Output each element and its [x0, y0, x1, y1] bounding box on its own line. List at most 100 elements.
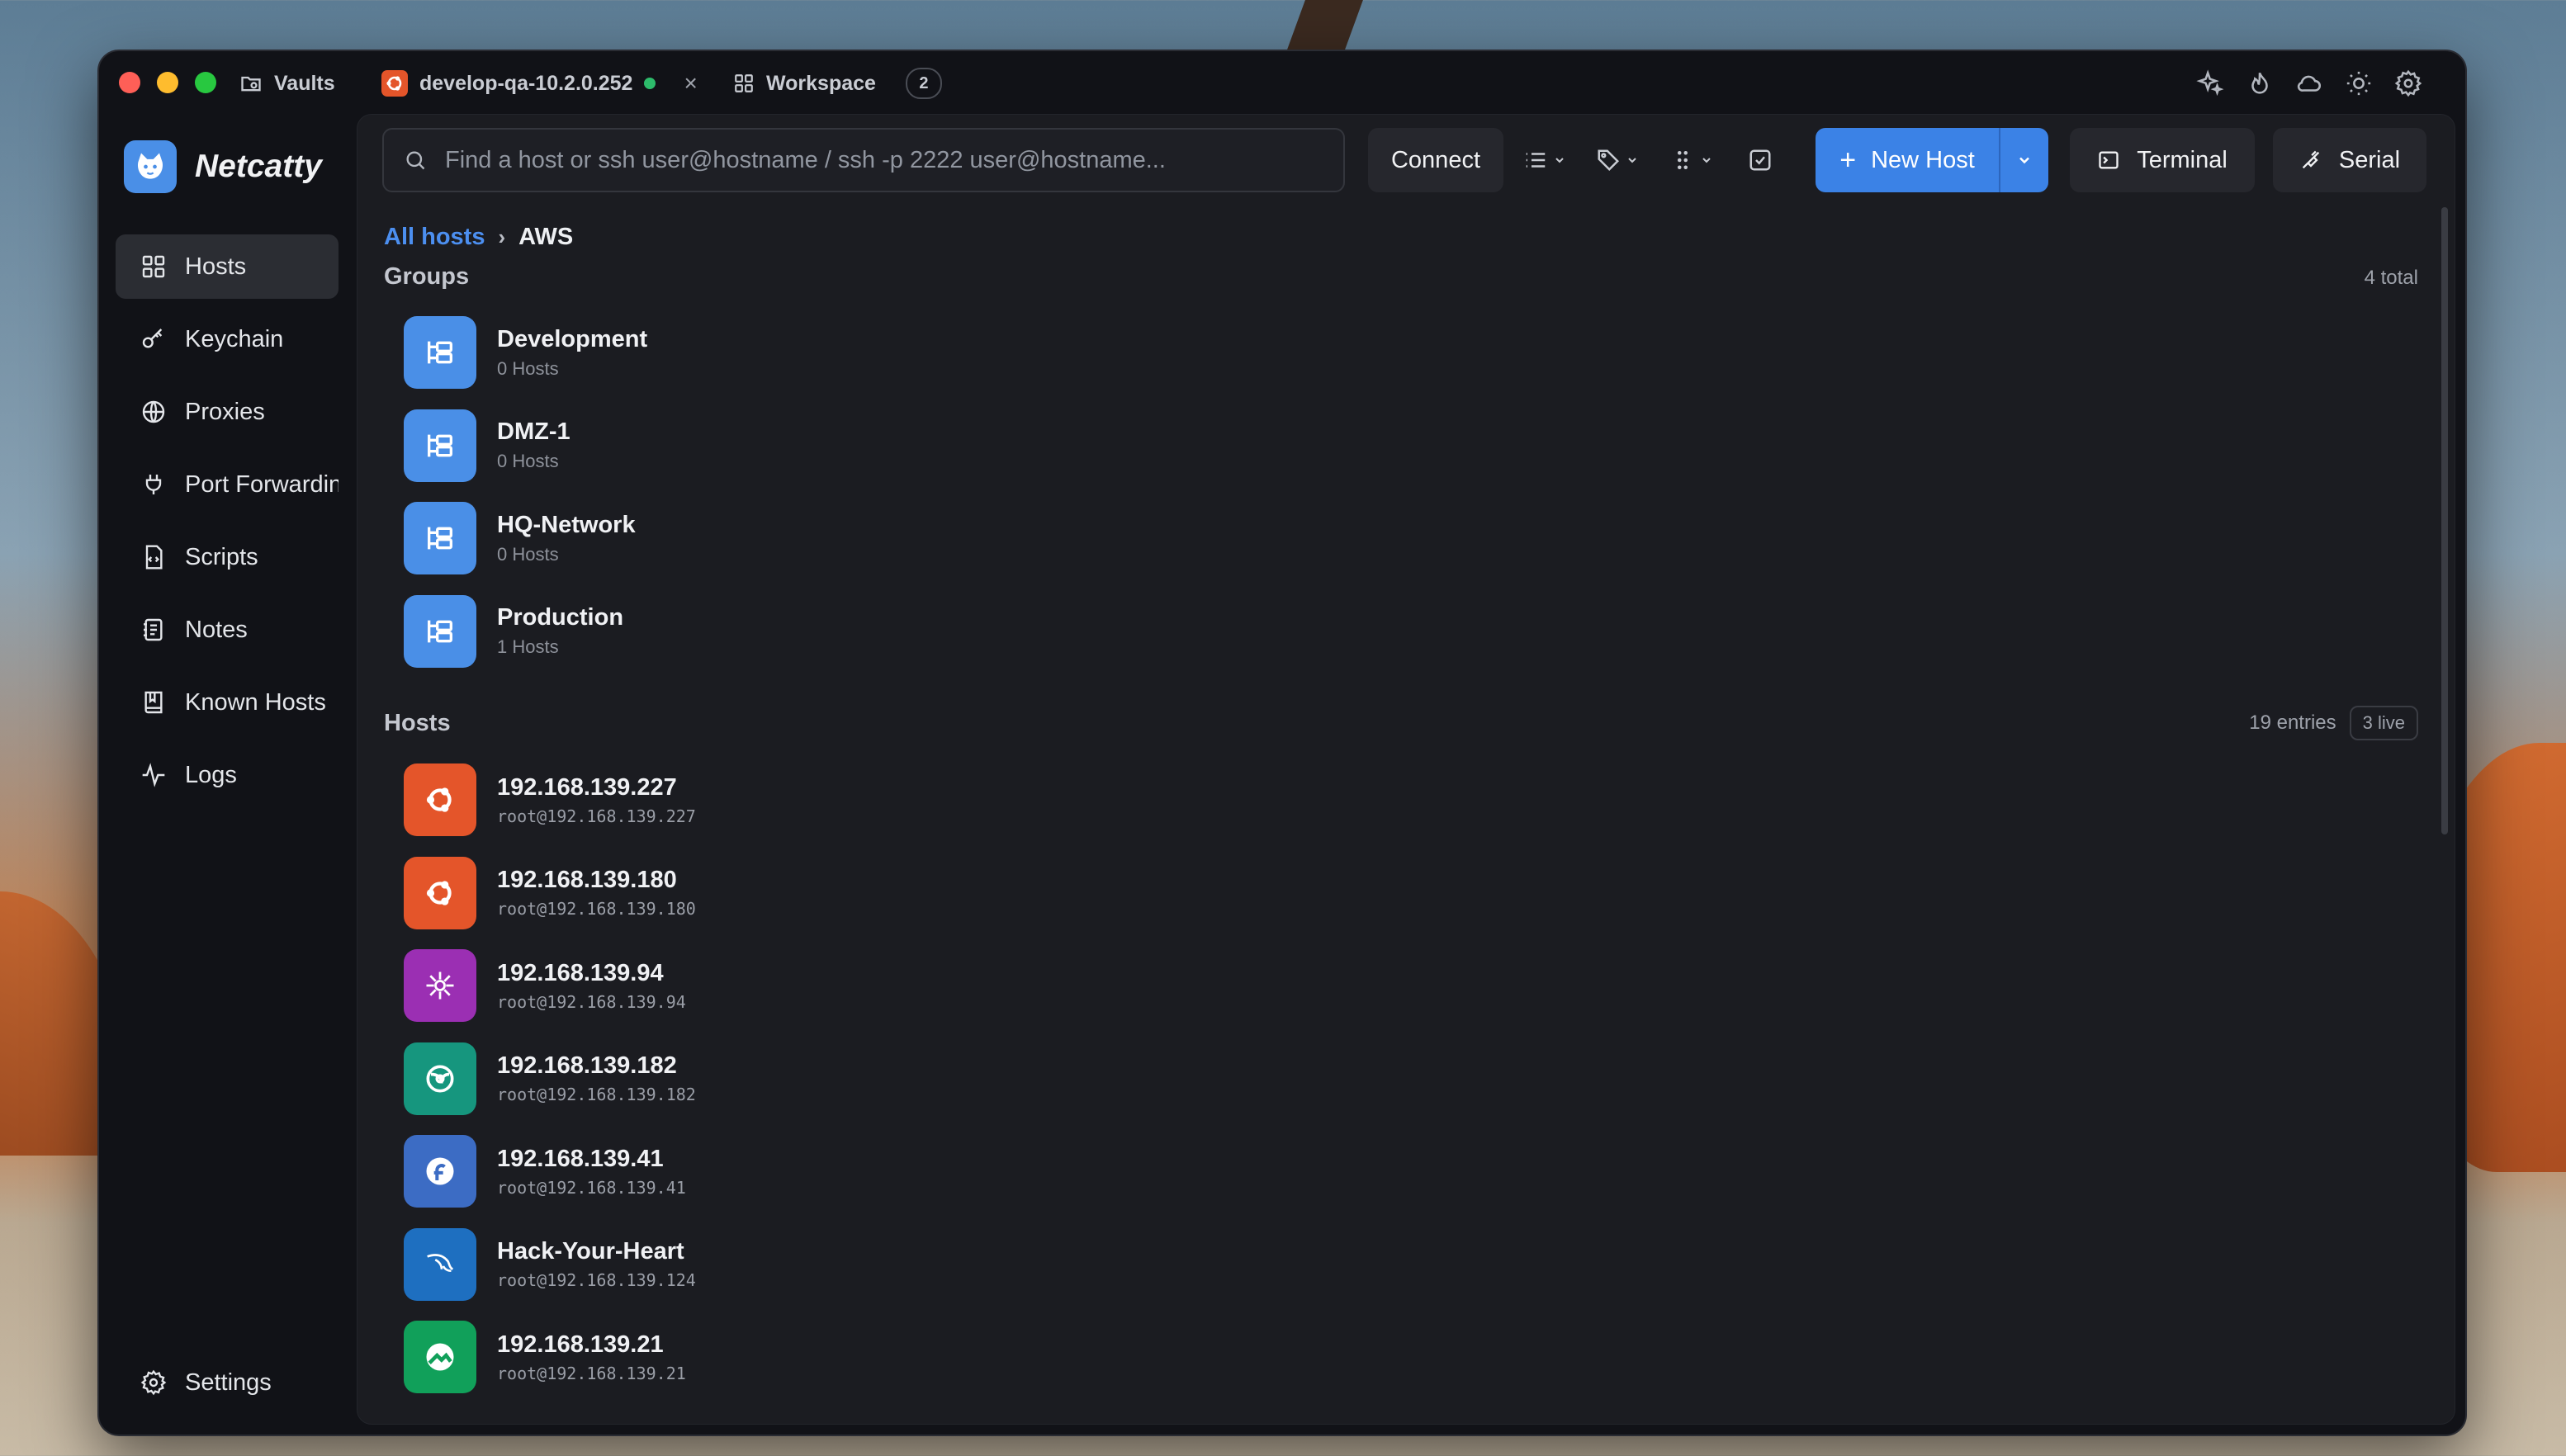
list-icon — [1526, 153, 1546, 168]
session-tab[interactable]: develop-qa-10.2.0.252 × — [381, 66, 698, 101]
breadcrumb-all-hosts[interactable]: All hosts — [384, 224, 485, 251]
new-host-menu-toggle[interactable] — [1999, 128, 2048, 192]
group-row-dmz-1[interactable]: DMZ-1 0 Hosts — [404, 399, 647, 493]
kali-dragon-icon — [404, 1227, 476, 1301]
group-name: HQ-Network — [497, 511, 636, 538]
sidebar-item-hosts[interactable]: Hosts — [116, 234, 339, 299]
host-row[interactable]: 192.168.139.21 root@192.168.139.21 — [404, 1311, 696, 1404]
hosts-section-title: Hosts — [384, 710, 451, 736]
vertical-scrollbar[interactable] — [2441, 207, 2448, 834]
host-name: 192.168.139.41 — [497, 1145, 664, 1172]
folder-tree-icon — [404, 409, 476, 482]
host-name: 192.168.139.21 — [497, 1331, 664, 1358]
hosts-entries-count: 19 entries — [2249, 711, 2336, 734]
serial-button[interactable]: Serial — [2273, 128, 2426, 192]
host-row[interactable]: 192.168.139.182 root@192.168.139.182 — [404, 1033, 696, 1126]
sidebar-item-label: Scripts — [185, 543, 258, 570]
sidebar-item-logs[interactable]: Logs — [116, 743, 339, 807]
host-list: 192.168.139.227 root@192.168.139.227 192… — [404, 754, 696, 1404]
host-address: root@192.168.139.41 — [497, 1177, 686, 1198]
sidebar-item-label: Keychain — [185, 325, 284, 352]
group-row-production[interactable]: Production 1 Hosts — [404, 585, 647, 678]
new-host-label: New Host — [1871, 146, 1975, 173]
sidebar: Netcatty Hosts Keychain Proxies Port For… — [99, 114, 355, 1435]
main-panel: Connect + New Host Ter — [357, 114, 2455, 1425]
sidebar-item-proxies[interactable]: Proxies — [116, 380, 339, 444]
brand: Netcatty — [124, 140, 322, 193]
sidebar-item-label: Settings — [185, 1369, 272, 1396]
sidebar-item-scripts[interactable]: Scripts — [116, 525, 339, 589]
sidebar-item-known-hosts[interactable]: Known Hosts — [116, 670, 339, 735]
groups-total: 4 total — [2364, 267, 2418, 289]
folder-tree-icon — [404, 316, 476, 390]
flame-icon[interactable] — [2246, 69, 2274, 97]
tag-filter-dropdown[interactable] — [1596, 143, 1639, 177]
vaults-tab[interactable]: Vaults — [239, 66, 335, 101]
close-window-button[interactable] — [119, 72, 140, 93]
cat-logo-icon — [124, 140, 177, 193]
terminal-icon — [2099, 151, 2119, 169]
minimize-window-button[interactable] — [157, 72, 178, 93]
gear-icon — [140, 1369, 167, 1396]
host-name: Hack-Your-Heart — [497, 1238, 684, 1265]
host-row[interactable]: 192.168.139.94 root@192.168.139.94 — [404, 939, 696, 1033]
chevron-down-icon — [2019, 157, 2029, 164]
close-tab-icon[interactable]: × — [684, 70, 697, 97]
host-address: root@192.168.139.182 — [497, 1085, 696, 1105]
sort-dropdown[interactable] — [1670, 143, 1713, 177]
sidebar-item-notes[interactable]: Notes — [116, 598, 339, 662]
cloud-icon[interactable] — [2295, 69, 2323, 97]
sun-icon[interactable] — [2345, 69, 2373, 97]
sidebar-item-keychain[interactable]: Keychain — [116, 307, 339, 371]
fedora-icon — [404, 1135, 476, 1208]
group-list: Development 0 Hosts DMZ-1 0 Hosts HQ-Net… — [404, 306, 647, 678]
host-name: 192.168.139.182 — [497, 1052, 677, 1080]
host-name: 192.168.139.227 — [497, 773, 677, 801]
new-host-main[interactable]: + New Host — [1816, 128, 1999, 192]
sidebar-item-label: Notes — [185, 616, 248, 643]
grid-icon — [733, 73, 755, 94]
sidebar-item-port-forwarding[interactable]: Port Forwarding — [116, 452, 339, 517]
terminal-button[interactable]: Terminal — [2070, 128, 2255, 192]
host-address: root@192.168.139.94 — [497, 991, 686, 1012]
host-row[interactable]: 192.168.139.180 root@192.168.139.180 — [404, 847, 696, 940]
search-box[interactable] — [382, 128, 1345, 192]
zoom-window-button[interactable] — [195, 72, 216, 93]
book-icon — [144, 691, 163, 714]
workspace-count-badge: 2 — [905, 68, 942, 99]
group-row-hq-network[interactable]: HQ-Network 0 Hosts — [404, 492, 647, 585]
serial-button-label: Serial — [2338, 146, 2401, 173]
gear-icon[interactable] — [2394, 69, 2422, 97]
group-host-count: 0 Hosts — [497, 357, 559, 379]
connect-button-label: Connect — [1390, 146, 1480, 173]
sidebar-item-label: Logs — [185, 761, 237, 788]
host-name: 192.168.139.94 — [497, 959, 664, 986]
ai-sparkle-icon[interactable] — [2196, 69, 2224, 97]
host-address: root@192.168.139.21 — [497, 1363, 686, 1383]
connect-button[interactable]: Connect — [1368, 128, 1503, 192]
chevron-down-icon — [1555, 158, 1564, 163]
view-mode-dropdown[interactable] — [1523, 143, 1566, 177]
group-row-development[interactable]: Development 0 Hosts — [404, 306, 647, 399]
sidebar-item-settings[interactable]: Settings — [116, 1350, 339, 1415]
activity-icon — [142, 763, 165, 787]
sidebar-item-label: Proxies — [185, 398, 265, 425]
folder-tree-icon — [404, 594, 476, 668]
breadcrumb-separator: › — [498, 225, 506, 249]
groups-count: 4 total — [2365, 267, 2418, 290]
grid-icon — [142, 255, 165, 278]
host-row[interactable]: 192.168.139.227 root@192.168.139.227 — [404, 754, 696, 847]
select-mode-button[interactable] — [1748, 143, 1773, 177]
new-host-button[interactable]: + New Host — [1816, 128, 2048, 192]
drag-dots-icon — [1678, 151, 1688, 169]
host-address: root@192.168.139.227 — [497, 806, 696, 826]
host-row[interactable]: Hack-Your-Heart root@192.168.139.124 — [404, 1218, 696, 1312]
search-input[interactable] — [443, 145, 1343, 175]
workspace-tab[interactable]: Workspace 2 — [733, 66, 942, 101]
ubuntu-icon — [381, 70, 408, 97]
host-row[interactable]: 192.168.139.41 root@192.168.139.41 — [404, 1125, 696, 1218]
vault-icon — [239, 72, 263, 95]
tag-icon — [1598, 149, 1620, 172]
host-name: 192.168.139.180 — [497, 867, 677, 894]
breadcrumb: All hosts › AWS — [384, 224, 573, 251]
